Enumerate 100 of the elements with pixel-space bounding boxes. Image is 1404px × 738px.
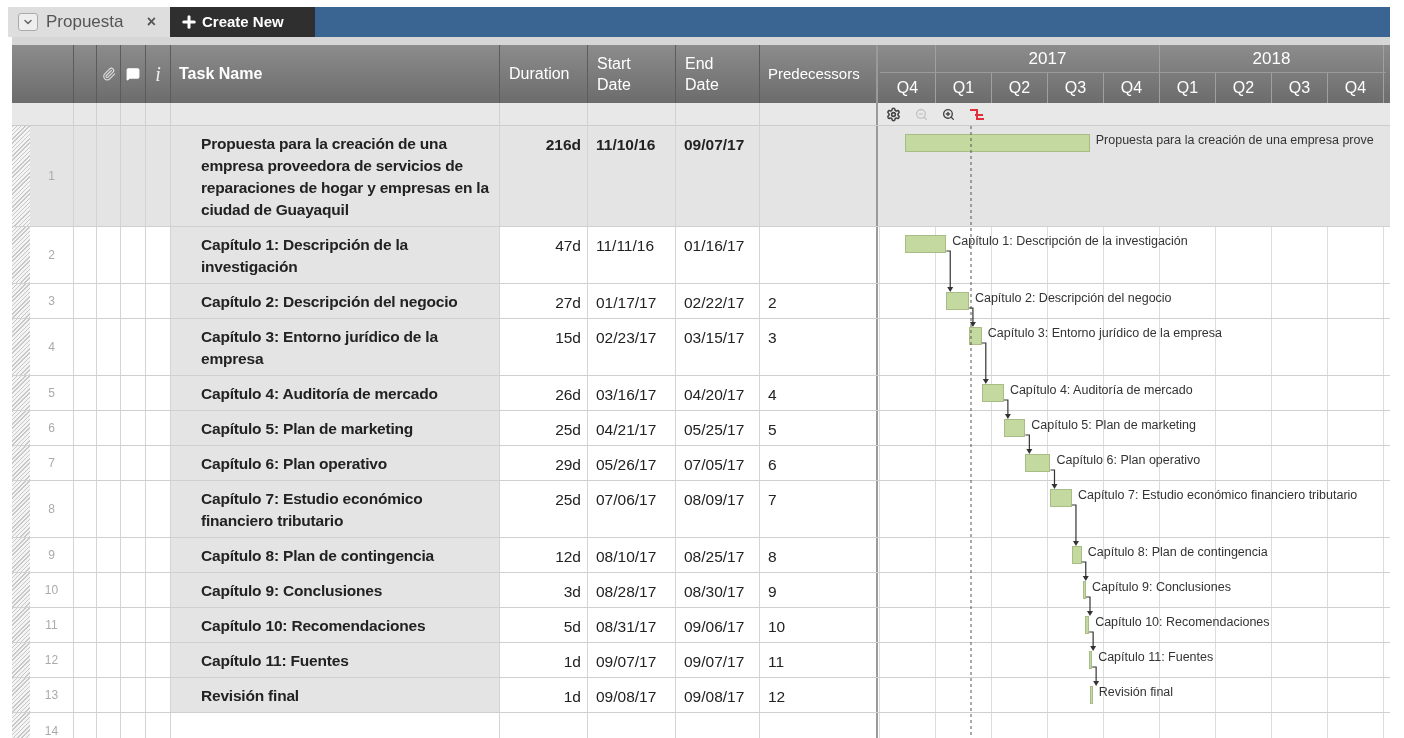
table-row[interactable]: 10 Capítulo 9: Conclusiones 3d 08/28/17 08/30/17 9 Capítulo 9: Conclusiones: [12, 573, 1390, 608]
end-date-cell: 04/20/17: [684, 386, 745, 403]
row-drag-handle[interactable]: [12, 713, 30, 738]
create-new-button[interactable]: Create New: [170, 7, 315, 37]
row-drag-handle[interactable]: [12, 446, 30, 480]
table-row[interactable]: 9 Capítulo 8: Plan de contingencia 12d 08/10/17 08/25/17 8 Capítulo 8: Plan de contingencia: [12, 538, 1390, 573]
row-number: 10: [44, 582, 59, 599]
gantt-bar[interactable]: [904, 134, 1090, 152]
row-drag-handle[interactable]: [12, 227, 30, 283]
row-drag-handle[interactable]: [12, 538, 30, 572]
column-header[interactable]: Predecessors: [768, 62, 860, 86]
start-date-cell: 03/16/17: [596, 386, 657, 403]
end-date-cell: 08/09/17: [684, 491, 745, 508]
table-row[interactable]: 8 Capítulo 7: Estudio económico financiero tributario 25d 07/06/17 08/09/17 7 Capítulo 7: Estudio económico financiero tributario: [12, 481, 1390, 538]
task-name-cell: Capítulo 7: Estudio económico financiero tributario: [171, 481, 500, 537]
bar-label: Capítulo 6: Plan operativo: [1056, 453, 1201, 468]
gantt-bar[interactable]: [1025, 454, 1051, 472]
duration-cell: 27d: [555, 294, 581, 311]
column-header[interactable]: End Date: [685, 53, 719, 95]
bar-label: Capítulo 5: Plan de marketing: [1031, 418, 1197, 433]
predecessor-cell: 10: [768, 618, 786, 635]
close-button[interactable]: ×: [146, 10, 156, 34]
start-date-cell: 04/21/17: [596, 421, 657, 438]
row-drag-handle[interactable]: [12, 284, 30, 318]
start-date-cell: 08/10/17: [596, 548, 657, 565]
start-date-cell: 09/08/17: [596, 688, 657, 705]
bar-label: Capítulo 8: Plan de contingencia: [1087, 545, 1268, 560]
table-row[interactable]: 13 Revisión final 1d 09/08/17 09/08/17 12 Revisión final: [12, 678, 1390, 713]
gantt-bar[interactable]: [1089, 651, 1093, 669]
end-date-cell: 09/08/17: [684, 688, 745, 705]
task-name-cell: Capítulo 11: Fuentes: [171, 643, 500, 677]
task-name-cell: Capítulo 3: Entorno jurídico de la empresa: [171, 319, 500, 375]
column-header[interactable]: Task Name: [179, 62, 263, 86]
tab-label: Propuesta: [46, 11, 125, 34]
end-date-cell: 03/15/17: [684, 329, 745, 346]
dropdown-icon[interactable]: [18, 13, 38, 31]
row-drag-handle[interactable]: [12, 376, 30, 410]
gantt-bar[interactable]: [1083, 581, 1086, 599]
start-date-cell: 05/26/17: [596, 456, 657, 473]
row-drag-handle[interactable]: [12, 643, 30, 677]
gantt-bar[interactable]: [1089, 686, 1093, 704]
year-label: 2018: [1252, 47, 1291, 70]
table-row[interactable]: 3 Capítulo 2: Descripción del negocio 27d 01/17/17 02/22/17 2 Capítulo 2: Descripción del negocio: [12, 284, 1390, 319]
dependency-arrow: [1088, 631, 1097, 651]
gantt-bar[interactable]: [1084, 616, 1090, 634]
summary-row[interactable]: 1 Propuesta para la creación de una empresa proveedora de servicios de reparaciones de hogar y empresas en la ciudad de Guayaquil 216d 11/10/16 09/07/17 Propuesta para la creación de una empresa prove: [12, 126, 1390, 227]
row-number: 2: [48, 247, 55, 264]
gantt-bar[interactable]: [968, 327, 982, 345]
document-tab[interactable]: Propuesta ×: [8, 7, 170, 37]
predecessor-cell: 11: [768, 653, 785, 670]
row-drag-handle[interactable]: [12, 319, 30, 375]
zoom-in-icon[interactable]: [942, 107, 955, 121]
predecessor-cell: 3: [768, 329, 777, 346]
bar-label: Capítulo 2: Descripción del negocio: [974, 291, 1172, 306]
gantt-bar[interactable]: [1050, 489, 1072, 507]
row-number: 3: [48, 293, 55, 310]
gantt-bar[interactable]: [981, 384, 1004, 402]
predecessor-cell: 4: [768, 386, 777, 403]
duration-cell: 3d: [563, 583, 581, 600]
dependency-arrow: [1081, 561, 1089, 581]
quarter-label: Q2: [1008, 78, 1031, 98]
table-row[interactable]: 7 Capítulo 6: Plan operativo 29d 05/26/17 07/05/17 6 Capítulo 6: Plan operativo: [12, 446, 1390, 481]
row-number: 1: [48, 168, 55, 185]
table-row[interactable]: 12 Capítulo 11: Fuentes 1d 09/07/17 09/07/17 11 Capítulo 11: Fuentes: [12, 643, 1390, 678]
quarter-label: Q1: [952, 78, 975, 98]
table-row[interactable]: 2 Capítulo 1: Descripción de la investigación 47d 11/11/16 01/16/17 Capítulo 1: Descripción de la investigación: [12, 227, 1390, 284]
table-row[interactable]: 4 Capítulo 3: Entorno jurídico de la empresa 15d 02/23/17 03/15/17 3 Capítulo 3: Entorno jurídico de la empresa: [12, 319, 1390, 376]
end-date-cell: 05/25/17: [684, 421, 745, 438]
row-number: 5: [48, 385, 55, 402]
table-row[interactable]: 5 Capítulo 4: Auditoría de mercado 26d 03/16/17 04/20/17 4 Capítulo 4: Auditoría de mercado: [12, 376, 1390, 411]
column-header[interactable]: Duration: [509, 62, 570, 86]
gantt-bar[interactable]: [1003, 419, 1026, 437]
dependency-arrow: [1091, 666, 1100, 686]
row-drag-handle[interactable]: [12, 573, 30, 607]
quarter-label: Q2: [1232, 78, 1255, 98]
row-drag-handle[interactable]: [12, 126, 30, 226]
dependency-arrow: [1003, 399, 1011, 419]
end-date-cell: 09/07/17: [684, 136, 745, 153]
row-number: 6: [48, 420, 55, 437]
predecessor-cell: 7: [768, 491, 777, 508]
task-name-cell: Capítulo 4: Auditoría de mercado: [171, 376, 500, 410]
gantt-bar[interactable]: [1071, 546, 1082, 564]
zoom-out-icon[interactable]: [915, 107, 928, 121]
quarter-label: Q4: [896, 78, 919, 98]
critical-path-icon[interactable]: [969, 107, 985, 121]
table-row[interactable]: 11 Capítulo 10: Recomendaciones 5d 08/31/17 09/06/17 10 Capítulo 10: Recomendaciones: [12, 608, 1390, 643]
bar-label: Capítulo 7: Estudio económico financiero tributario: [1077, 488, 1358, 503]
table-row[interactable]: 6 Capítulo 5: Plan de marketing 25d 04/21/17 05/25/17 5 Capítulo 5: Plan de marketing: [12, 411, 1390, 446]
gantt-bar[interactable]: [905, 235, 947, 253]
row-drag-handle[interactable]: [12, 608, 30, 642]
gantt-bar[interactable]: [946, 292, 969, 310]
row-drag-handle[interactable]: [12, 678, 30, 712]
start-date-cell: 07/06/17: [596, 491, 657, 508]
row-drag-handle[interactable]: [12, 481, 30, 537]
dependency-arrow: [1049, 469, 1058, 489]
settings-icon[interactable]: [886, 106, 901, 122]
column-header[interactable]: Start Date: [597, 53, 631, 95]
row-drag-handle[interactable]: [12, 411, 30, 445]
dependency-arrow: [945, 250, 954, 292]
start-date-cell: 01/17/17: [596, 294, 657, 311]
